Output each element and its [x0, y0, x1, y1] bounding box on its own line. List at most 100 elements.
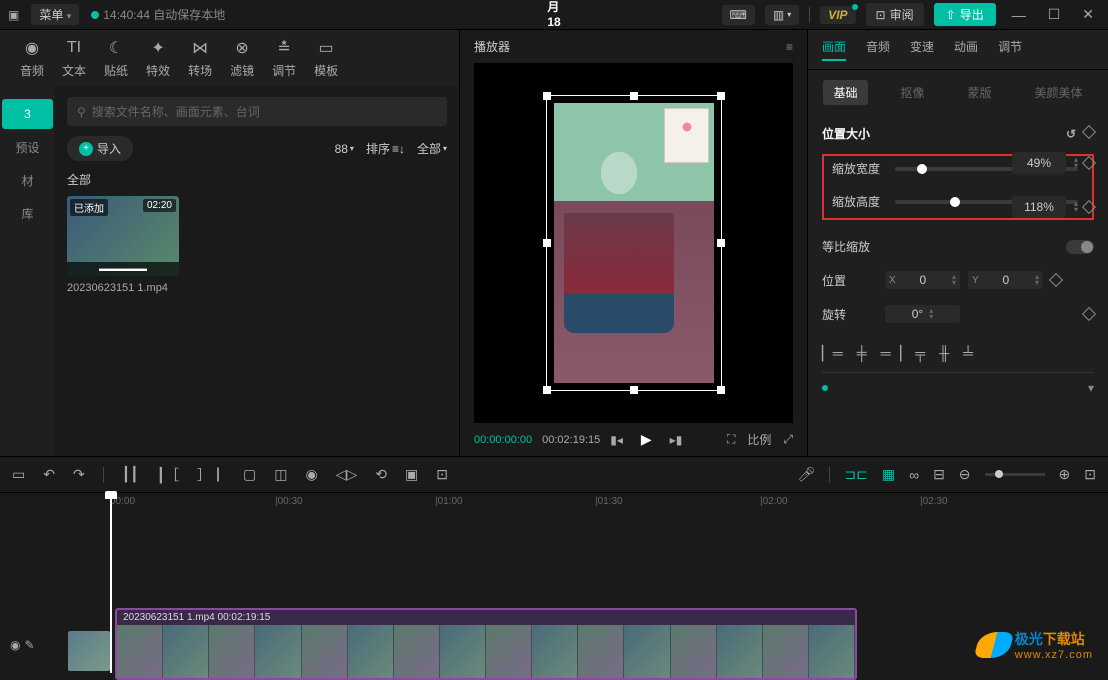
align-center-h-icon[interactable]: ╪	[857, 345, 867, 362]
resize-handle-ml[interactable]	[543, 239, 551, 247]
resize-handle-bc[interactable]	[630, 386, 638, 394]
keyframe-width-icon[interactable]	[1082, 156, 1096, 170]
rotation-input[interactable]: 0° ▴▾	[885, 305, 960, 323]
mirror-v-icon[interactable]: ⟲	[375, 466, 387, 483]
keyframe-height-icon[interactable]	[1082, 200, 1096, 214]
link-preview-icon[interactable]: ▦	[882, 466, 895, 483]
zoom-slider[interactable]	[985, 473, 1045, 476]
aspect-ratio-button[interactable]: 比例	[747, 431, 771, 448]
sidebar-item-main[interactable]: 3	[2, 99, 53, 129]
tab-transition[interactable]: ⋈转场	[188, 38, 212, 79]
resize-handle-mr[interactable]	[717, 239, 725, 247]
sort-button[interactable]: 排序 ≡↓	[366, 140, 405, 157]
scale-width-value[interactable]: 49%	[1012, 152, 1066, 174]
align-right-icon[interactable]: ═▕	[881, 345, 902, 362]
review-button[interactable]: ⊡ 审阅	[866, 3, 924, 26]
subtab-cutout[interactable]: 抠像	[890, 80, 934, 105]
tool-icon-1[interactable]: ◫	[274, 466, 287, 483]
mic-icon[interactable]: 🎤︎	[798, 466, 816, 483]
reset-icon[interactable]: ↺	[1066, 127, 1076, 141]
tab-effect[interactable]: ✦特效	[146, 38, 170, 79]
prev-frame-button[interactable]: ▮◂	[610, 433, 623, 447]
mirror-h-icon[interactable]: ◁▷	[336, 466, 358, 483]
align-center-v-icon[interactable]: ╫	[939, 345, 949, 362]
track-visibility-icon[interactable]: ✎	[24, 638, 34, 652]
import-button[interactable]: + 导入	[67, 136, 133, 161]
keyframe-rotation-icon[interactable]	[1082, 307, 1096, 321]
minimize-button[interactable]: —	[1006, 7, 1032, 23]
close-button[interactable]: ✕	[1076, 6, 1100, 23]
resize-handle-tc[interactable]	[630, 92, 638, 100]
video-selection-frame[interactable]	[554, 103, 714, 383]
resize-handle-tl[interactable]	[543, 92, 551, 100]
keyframe-diamond-icon[interactable]	[1082, 124, 1096, 138]
tab-audio[interactable]: ◉音频	[20, 38, 44, 79]
layout-icon[interactable]: ▥ ▾	[765, 5, 799, 25]
align-top-icon[interactable]: ╤	[915, 345, 925, 362]
spinner-icon[interactable]: ▴▾	[1074, 201, 1078, 213]
subtab-beauty[interactable]: 美颜美体	[1024, 80, 1092, 105]
zoom-out-icon[interactable]: ⊖	[959, 466, 971, 483]
menu-button[interactable]: 菜单 ▾	[31, 4, 79, 25]
rtab-speed[interactable]: 变速	[910, 38, 934, 61]
sidebar-item-preset[interactable]: 预设	[0, 131, 55, 164]
next-frame-button[interactable]: ▸▮	[670, 433, 683, 447]
align-bottom-icon[interactable]: ╧	[963, 345, 973, 362]
resize-handle-br[interactable]	[717, 386, 725, 394]
track-lock-icon[interactable]: ◉	[10, 638, 20, 652]
position-y-input[interactable]: Y 0 ▴▾	[968, 271, 1043, 289]
zoom-in-icon[interactable]: ⊕	[1059, 466, 1071, 483]
tool-icon-2[interactable]: ◉	[305, 466, 317, 483]
tab-template[interactable]: ▭模板	[314, 38, 338, 79]
media-clip-thumbnail[interactable]: 已添加 02:20 ▬▬▬▬▬▬ 20230623151 1.mp4	[67, 196, 179, 294]
subtab-mask[interactable]: 蒙版	[957, 80, 1001, 105]
split-right-icon[interactable]: ］┃	[197, 465, 225, 485]
redo-icon[interactable]: ↷	[73, 466, 85, 483]
rtab-audio[interactable]: 音频	[866, 38, 890, 61]
tab-text[interactable]: TI文本	[62, 38, 86, 79]
search-input[interactable]: ⚲ 搜索文件名称、画面元素、台词	[67, 97, 447, 126]
player-canvas[interactable]	[474, 63, 793, 423]
maximize-button[interactable]: ☐	[1042, 6, 1067, 23]
filter-all-button[interactable]: 全部▾	[417, 140, 447, 157]
sidebar-item-library[interactable]: 库	[0, 197, 55, 230]
split-tool-icon[interactable]: ┃┃	[122, 466, 139, 483]
link-icon[interactable]: ∞	[909, 467, 919, 483]
timeline-ruler[interactable]: 00:00 |00:30 |01:00 |01:30 |02:00 |02:30	[0, 493, 1108, 513]
fullscreen-preview-icon[interactable]: ⛶	[727, 432, 735, 447]
tab-adjust[interactable]: ≛调节	[272, 38, 296, 79]
select-tool-icon[interactable]: ▭	[12, 466, 25, 483]
export-button[interactable]: ⇧ 导出	[934, 3, 996, 26]
track-controls[interactable]: ◉ ✎	[10, 638, 60, 652]
crop-icon[interactable]: ▣	[405, 466, 418, 483]
undo-icon[interactable]: ↶	[43, 466, 55, 483]
delete-icon[interactable]: ▢	[243, 466, 256, 483]
sidebar-item-material[interactable]: 材	[0, 164, 55, 197]
rtab-anim[interactable]: 动画	[954, 38, 978, 61]
align-left-icon[interactable]: ▏═	[822, 345, 843, 362]
keyframe-position-icon[interactable]	[1049, 273, 1063, 287]
tab-sticker[interactable]: ☾贴纸	[104, 38, 128, 79]
rtab-adjust[interactable]: 调节	[998, 38, 1022, 61]
subtab-basic[interactable]: 基础	[823, 80, 867, 105]
spinner-icon[interactable]: ▴▾	[1074, 157, 1078, 169]
timeline-clip[interactable]: 20230623151 1.mp4 00:02:19:15	[115, 608, 857, 680]
resize-handle-bl[interactable]	[543, 386, 551, 394]
scale-height-value[interactable]: 118%	[1012, 196, 1066, 218]
rtab-picture[interactable]: 画面	[822, 38, 846, 61]
tool-icon-3[interactable]: ⊡	[436, 466, 448, 483]
magnet-icon[interactable]: ⊐⊏	[844, 466, 867, 483]
keyboard-icon[interactable]: ⌨	[722, 5, 755, 25]
ratio-lock-toggle[interactable]	[1066, 240, 1094, 254]
tab-filter[interactable]: ⊗滤镜	[230, 38, 254, 79]
view-grid-button[interactable]: 88▾	[335, 142, 354, 156]
playhead[interactable]	[110, 493, 112, 673]
chevron-down-icon[interactable]: ▾	[1088, 381, 1094, 395]
split-left-icon[interactable]: ┃［	[157, 465, 179, 485]
resize-handle-tr[interactable]	[717, 92, 725, 100]
zoom-fit-icon[interactable]: ⊡	[1084, 466, 1096, 483]
track-mini-thumb[interactable]	[68, 631, 110, 671]
play-button[interactable]: ▶	[641, 431, 652, 448]
position-x-input[interactable]: X 0 ▴▾	[885, 271, 960, 289]
expand-icon[interactable]: ⤢	[783, 432, 793, 447]
